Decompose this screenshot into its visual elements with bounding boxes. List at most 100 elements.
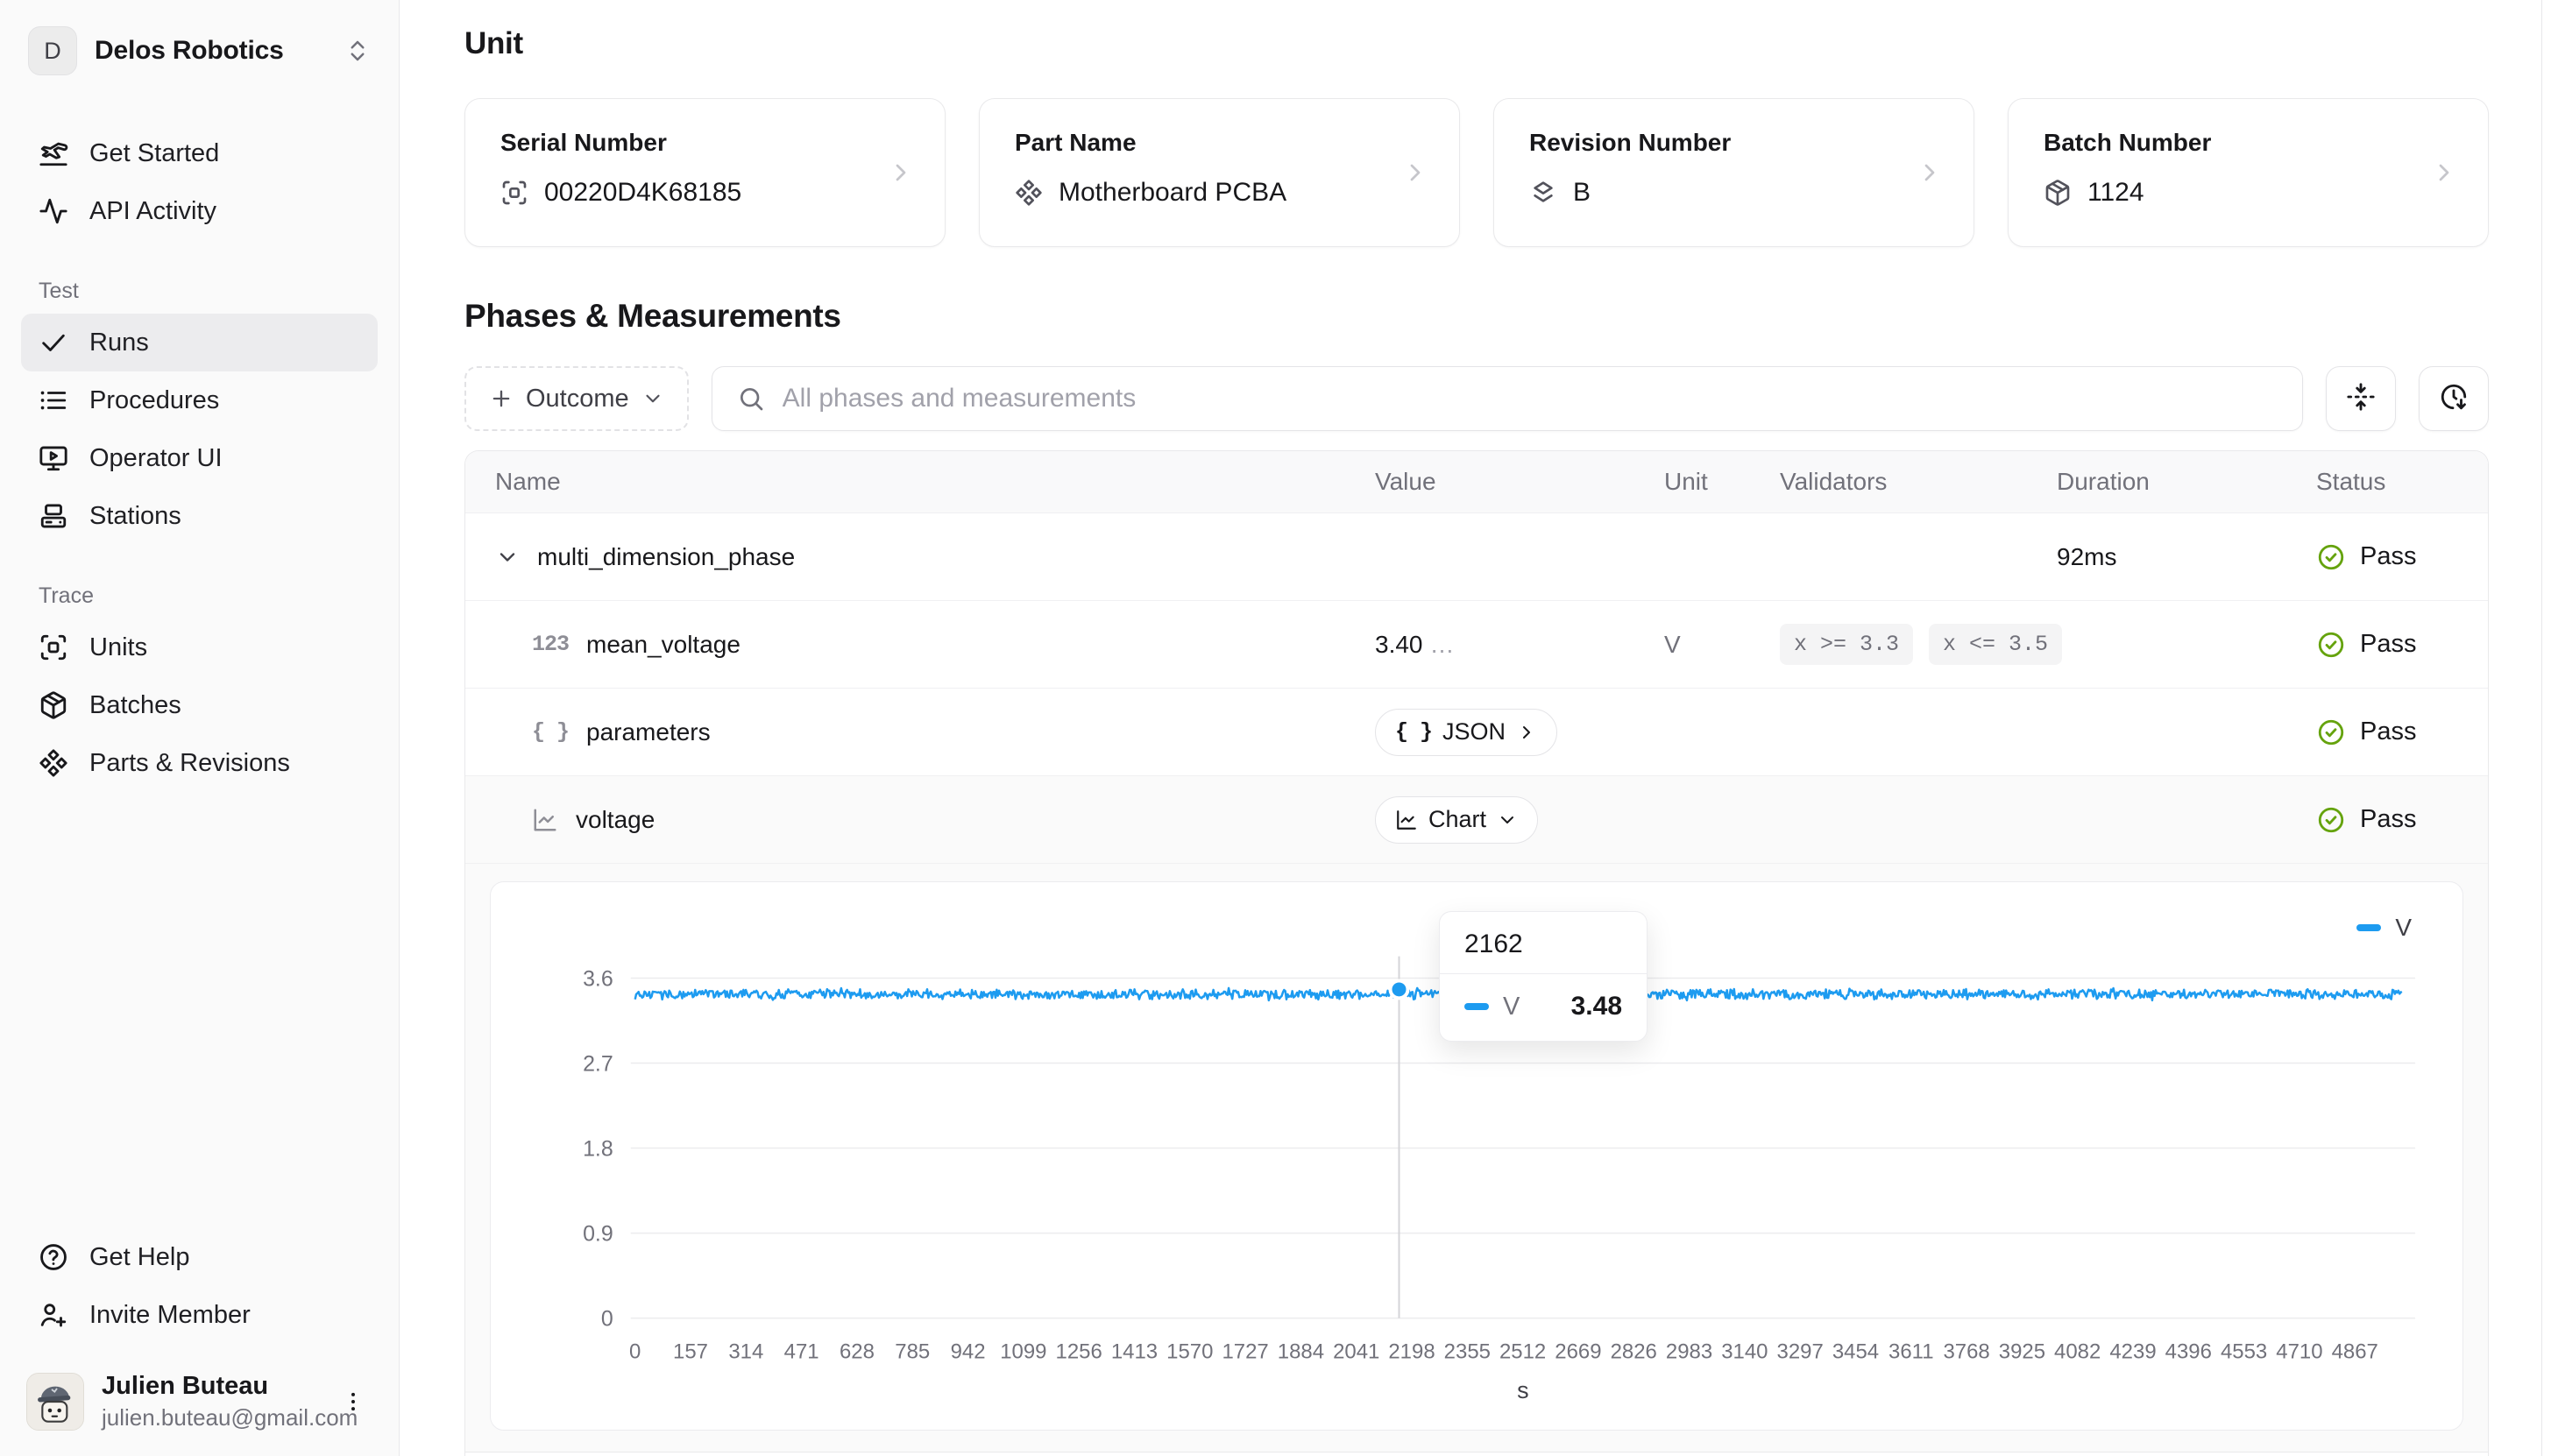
card-batch-number[interactable]: Batch Number 1124 <box>2008 98 2489 247</box>
json-chip[interactable]: { } JSON <box>1375 709 1557 756</box>
phases-table: Name Value Unit Validators Duration Stat… <box>464 450 2489 1456</box>
sidebar-item-procedures[interactable]: Procedures <box>21 371 378 429</box>
braces-icon: { } <box>532 719 569 745</box>
activity-icon <box>39 196 68 226</box>
sidebar-nav: Get Started API Activity Test Runs Proc <box>21 124 378 792</box>
scrollbar-gutter[interactable] <box>2541 0 2551 1456</box>
sidebar-item-units[interactable]: Units <box>21 618 378 676</box>
measurement-name: voltage <box>576 806 655 834</box>
table-row-parameters[interactable]: { } parameters { } JSON <box>465 688 2488 775</box>
status-label: Pass <box>2360 542 2416 571</box>
svg-text:0: 0 <box>601 1307 613 1332</box>
package-icon <box>2044 179 2072 207</box>
card-serial-number[interactable]: Serial Number 00220D4K68185 <box>464 98 946 247</box>
svg-text:1256: 1256 <box>1056 1339 1102 1363</box>
card-part-name[interactable]: Part Name Motherboard PCBA <box>979 98 1460 247</box>
workspace-avatar: D <box>28 26 77 75</box>
chevron-down-icon[interactable] <box>495 545 520 569</box>
sidebar-item-get-help[interactable]: Get Help <box>21 1228 378 1286</box>
kebab-menu-icon[interactable] <box>336 1384 371 1419</box>
chart-chip[interactable]: Chart <box>1375 796 1538 844</box>
station-server-icon <box>39 501 68 531</box>
sidebar-item-label: Runs <box>89 329 149 357</box>
chevron-right-icon <box>1401 159 1429 187</box>
sidebar-item-get-started[interactable]: Get Started <box>21 124 378 182</box>
table-header: Name Value Unit Validators Duration Stat… <box>465 451 2488 512</box>
circle-check-icon <box>2316 805 2346 835</box>
card-label: Revision Number <box>1529 129 1938 157</box>
sidebar-item-api-activity[interactable]: API Activity <box>21 182 378 240</box>
sidebar-item-batches[interactable]: Batches <box>21 676 378 734</box>
card-revision-number[interactable]: Revision Number B <box>1493 98 1974 247</box>
svg-text:0.9: 0.9 <box>583 1222 613 1247</box>
chevron-right-icon <box>1516 722 1537 743</box>
svg-text:1413: 1413 <box>1111 1339 1158 1363</box>
status-label: Pass <box>2360 717 2416 746</box>
sidebar-section-trace: Trace <box>21 580 378 611</box>
user-meta: Julien Buteau julien.buteau@gmail.com <box>102 1372 318 1431</box>
clock-arrow-down-icon <box>2439 382 2469 416</box>
status-label: Pass <box>2360 805 2416 834</box>
sidebar-item-stations[interactable]: Stations <box>21 487 378 545</box>
numeric-icon: 123 <box>532 632 569 657</box>
workspace-switcher[interactable]: D Delos Robotics <box>21 23 378 79</box>
chevron-right-icon <box>2430 159 2458 187</box>
card-value-text: Motherboard PCBA <box>1059 178 1286 208</box>
card-label: Part Name <box>1015 129 1424 157</box>
tooltip-series-label: V <box>1503 993 1520 1021</box>
svg-text:3768: 3768 <box>1943 1339 1989 1363</box>
status-badge: Pass <box>2316 542 2416 572</box>
svg-text:s: s <box>1517 1377 1528 1403</box>
sidebar-item-operator-ui[interactable]: Operator UI <box>21 429 378 487</box>
sidebar-item-label: Procedures <box>89 386 219 415</box>
unit-cards: Serial Number 00220D4K68185 Part Name <box>464 98 2489 247</box>
sidebar-item-runs[interactable]: Runs <box>21 314 378 371</box>
main-content: Unit Serial Number 00220D4K68185 Part Na… <box>400 0 2541 1456</box>
chart-tooltip: 2162 V 3.48 <box>1439 911 1648 1042</box>
sidebar: D Delos Robotics Get Started API Activit… <box>0 0 400 1456</box>
measurement-unit: V <box>1640 631 1755 659</box>
user-menu[interactable]: Julien Buteau julien.buteau@gmail.com <box>21 1367 378 1437</box>
svg-text:4239: 4239 <box>2109 1339 2156 1363</box>
card-label: Serial Number <box>500 129 910 157</box>
sidebar-item-label: Units <box>89 633 147 662</box>
svg-text:785: 785 <box>895 1339 930 1363</box>
table-row-voltage[interactable]: voltage Chart <box>465 775 2488 863</box>
svg-text:4710: 4710 <box>2276 1339 2322 1363</box>
svg-text:1099: 1099 <box>1000 1339 1046 1363</box>
phases-toolbar: Outcome <box>464 366 2489 431</box>
sidebar-item-invite-member[interactable]: Invite Member <box>21 1286 378 1344</box>
col-unit: Unit <box>1640 468 1755 496</box>
svg-text:314: 314 <box>728 1339 763 1363</box>
table-row-phase[interactable]: multi_dimension_phase 92ms Pass <box>465 512 2488 600</box>
status-label: Pass <box>2360 630 2416 659</box>
plus-icon <box>489 386 514 411</box>
svg-text:2983: 2983 <box>1666 1339 1712 1363</box>
app-window: D Delos Robotics Get Started API Activit… <box>0 0 2551 1456</box>
history-button[interactable] <box>2419 366 2489 431</box>
svg-text:4553: 4553 <box>2221 1339 2267 1363</box>
search-input[interactable] <box>783 384 2278 413</box>
outcome-filter-button[interactable]: Outcome <box>464 366 689 431</box>
sidebar-item-parts-revisions[interactable]: Parts & Revisions <box>21 734 378 792</box>
sidebar-item-label: Parts & Revisions <box>89 749 290 778</box>
circle-check-icon <box>2316 717 2346 747</box>
collapse-all-button[interactable] <box>2326 366 2396 431</box>
validator-badge: x <= 3.5 <box>1929 624 2062 665</box>
phases-search <box>712 366 2303 431</box>
svg-text:471: 471 <box>784 1339 819 1363</box>
phases-title: Phases & Measurements <box>464 298 2489 335</box>
svg-text:1.8: 1.8 <box>583 1137 613 1162</box>
chevron-right-icon <box>887 159 915 187</box>
svg-text:3297: 3297 <box>1777 1339 1824 1363</box>
tooltip-value: 3.48 <box>1571 992 1622 1021</box>
table-row-mean-voltage[interactable]: 123 mean_voltage 3.40 … V x >= 3.3 x <= … <box>465 600 2488 688</box>
svg-text:2355: 2355 <box>1444 1339 1491 1363</box>
svg-text:3925: 3925 <box>1999 1339 2045 1363</box>
page-title: Unit <box>464 26 2489 61</box>
svg-text:3611: 3611 <box>1888 1339 1933 1363</box>
sidebar-item-label: Stations <box>89 502 181 531</box>
measurement-value: 3.40 <box>1375 631 1423 659</box>
sidebar-bottom: Get Help Invite Member <box>21 1228 378 1437</box>
status-badge: Pass <box>2316 805 2416 835</box>
